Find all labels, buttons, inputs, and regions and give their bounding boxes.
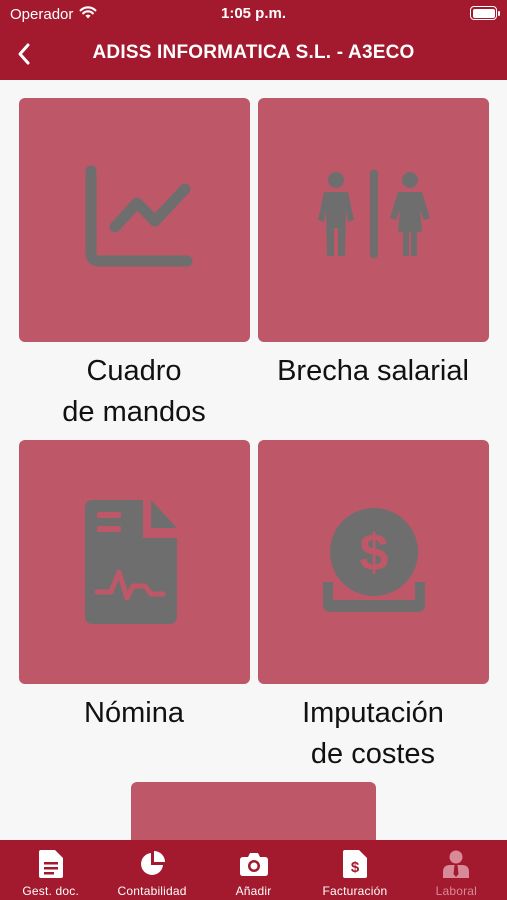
page-title: ADISS INFORMATICA S.L. - A3ECO [92,42,415,63]
svg-text:$: $ [359,524,388,582]
tab-anadir[interactable]: Añadir [203,840,304,900]
tile-label: Brecha salarial [243,351,503,392]
tab-label: Laboral [435,884,478,898]
tile-partial[interactable] [131,782,376,840]
document-icon [38,850,63,878]
tile-label-line1: Nómina [84,697,184,729]
invoice-icon: $ [342,850,367,878]
pie-chart-icon [141,851,166,875]
tile-label-line2: de costes [310,738,436,770]
status-time: 1:05 p.m. [220,5,287,22]
tile-box [258,98,489,342]
camera-icon [239,853,268,876]
tile-label-line1: Imputación [302,697,444,729]
tile-box [19,440,250,684]
dollar-coin-icon: $ [322,508,425,612]
tile-box: $ [258,440,489,684]
main-content: Cuadro de mandos Brecha salarial Nómina … [0,80,507,840]
tab-label: Facturación [322,884,388,898]
tile-box [19,98,250,342]
tile-label: Cuadro de mandos [4,351,264,433]
header: Operador 1:05 p.m. ADISS INFORMATICA S.L… [0,0,507,80]
status-bar: Operador 1:05 p.m. [0,0,507,30]
chevron-left-icon [18,43,30,65]
tab-label: Contabilidad [117,884,187,898]
tile-label: Imputación de costes [243,693,503,775]
tab-facturacion[interactable]: $ Facturación [304,840,405,900]
tab-contabilidad[interactable]: Contabilidad [101,840,202,900]
line-chart-icon [85,165,192,267]
tile-label-line1: Cuadro [86,355,182,387]
gender-icon [317,170,430,258]
battery-icon [470,6,500,20]
tile-cuadro-de-mandos[interactable]: Cuadro de mandos [19,98,250,433]
tab-bar: Gest. doc. Contabilidad Añadir $ Factura… [0,840,507,900]
person-tie-icon [443,850,470,878]
tab-label: Gest. doc. [22,884,80,898]
svg-text:$: $ [351,859,360,876]
tab-gest-doc[interactable]: Gest. doc. [0,840,101,900]
tab-label: Añadir [235,884,272,898]
tile-brecha-salarial[interactable]: Brecha salarial [258,98,489,392]
tile-imputacion-de-costes[interactable]: $ Imputación de costes [258,440,489,775]
tile-label: Nómina [4,693,264,734]
tile-label-line1: Brecha salarial [277,355,469,387]
tab-laboral[interactable]: Laboral [406,840,507,900]
nav-bar: ADISS INFORMATICA S.L. - A3ECO [0,30,507,80]
back-button[interactable] [6,36,42,72]
tile-label-line2: de mandos [62,396,206,428]
payslip-document-icon [84,500,177,624]
tile-nomina[interactable]: Nómina [19,440,250,734]
